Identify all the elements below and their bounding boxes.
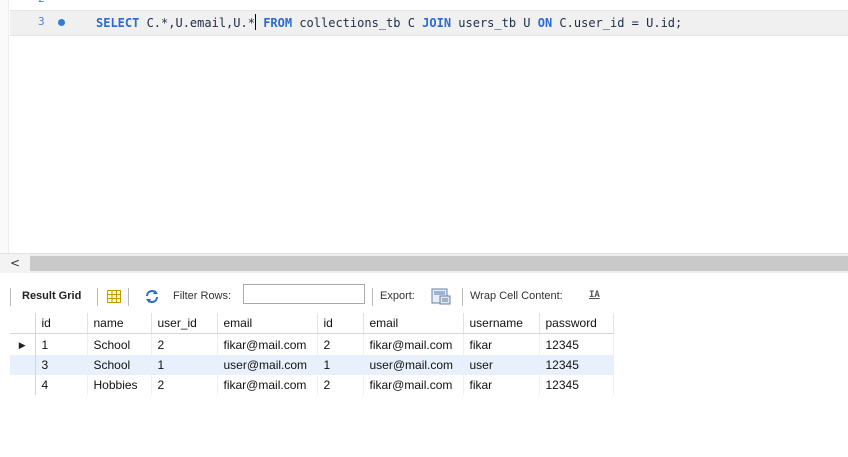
table-row[interactable]: 3 School 1 user@mail.com 1 user@mail.com user 1…: [10, 355, 614, 375]
wrap-cell-content-label: Wrap Cell Content:: [470, 290, 563, 302]
grid-cell-id[interactable]: 4: [34, 375, 88, 395]
wrap-cell-content-icon[interactable]: IA: [589, 290, 600, 300]
grid-cell-id[interactable]: 3: [34, 355, 88, 375]
column-header-name[interactable]: name: [87, 313, 152, 334]
column-header-id[interactable]: id: [317, 313, 364, 334]
sql-text: users_tb U: [451, 16, 538, 30]
result-toolbar: Result Grid Filter Rows: Export: Wrap Ce…: [0, 281, 848, 311]
column-header-id[interactable]: id: [35, 313, 88, 334]
horizontal-scrollbar[interactable]: <: [0, 253, 848, 273]
grid-cell-email[interactable]: fikar@mail.com: [363, 333, 464, 355]
grid-layout-icon[interactable]: [107, 290, 121, 303]
row-indicator[interactable]: [10, 355, 36, 375]
editor-gutter: [0, 0, 9, 253]
sql-text: C.user_id = U.id;: [552, 16, 683, 30]
line-number-prev: 2: [38, 0, 45, 5]
grid-cell-email[interactable]: user@mail.com: [217, 355, 318, 375]
sql-keyword: ON: [537, 16, 553, 30]
grid-cell-email[interactable]: fikar@mail.com: [217, 333, 318, 355]
result-grid[interactable]: id name user_id email id email username passwor…: [10, 313, 614, 395]
column-header-password[interactable]: password: [539, 313, 614, 334]
grid-cell-password[interactable]: 12345: [539, 375, 614, 395]
sql-editor[interactable]: 2 3 SELECT C.*,U.email,U.* FROM collecti…: [0, 0, 848, 253]
table-row[interactable]: ▶ 1 School 2 fikar@mail.com 2 fikar@mail.com fi…: [10, 333, 614, 355]
column-header-email[interactable]: email: [363, 313, 464, 334]
sql-text: collections_tb C: [292, 16, 423, 30]
grid-cell-password[interactable]: 12345: [539, 333, 614, 355]
row-indicator[interactable]: [10, 375, 36, 395]
scroll-left-button[interactable]: <: [0, 254, 30, 273]
column-header-email[interactable]: email: [217, 313, 318, 334]
grid-cell-id[interactable]: 1: [317, 355, 364, 375]
filter-rows-label: Filter Rows:: [173, 290, 232, 302]
grid-cell-username[interactable]: fikar: [463, 375, 540, 395]
row-indicator[interactable]: ▶: [10, 333, 36, 355]
export-label: Export:: [380, 290, 415, 302]
grid-cell-name[interactable]: Hobbies: [87, 375, 152, 395]
toolbar-separator: [10, 288, 11, 306]
grid-cell-name[interactable]: School: [87, 355, 152, 375]
export-icon[interactable]: [431, 288, 451, 305]
grid-cell-user_id[interactable]: 2: [151, 333, 218, 355]
sql-keyword: SELECT: [96, 16, 140, 30]
column-header-user_id[interactable]: user_id: [151, 313, 218, 334]
filter-rows-input[interactable]: [243, 284, 365, 304]
current-row-arrow-icon: ▶: [18, 340, 26, 350]
grid-cell-user_id[interactable]: 1: [151, 355, 218, 375]
sql-keyword: JOIN: [422, 16, 452, 30]
editor-current-line[interactable]: 3 SELECT C.*,U.email,U.* FROM collection…: [10, 10, 848, 36]
grid-cell-name[interactable]: School: [87, 333, 152, 355]
toolbar-separator: [462, 288, 463, 306]
grid-cell-username[interactable]: fikar: [463, 333, 540, 355]
grid-cell-email[interactable]: user@mail.com: [363, 355, 464, 375]
result-grid-tab[interactable]: Result Grid: [22, 290, 81, 302]
table-row[interactable]: 4 Hobbies 2 fikar@mail.com 2 fikar@mail.com fi…: [10, 375, 614, 395]
grid-cell-id[interactable]: 2: [317, 333, 364, 355]
grid-cell-id[interactable]: 2: [317, 375, 364, 395]
scrollbar-thumb[interactable]: [30, 256, 848, 271]
grid-cell-email[interactable]: fikar@mail.com: [217, 375, 318, 395]
grid-cell-id[interactable]: 1: [34, 333, 88, 355]
row-indicator-header: [10, 313, 36, 334]
column-header-username[interactable]: username: [463, 313, 540, 334]
sql-keyword: FROM: [263, 16, 293, 30]
toolbar-separator: [372, 288, 373, 306]
execution-marker-icon: [58, 19, 65, 26]
sql-statement[interactable]: SELECT C.*,U.email,U.* FROM collections_…: [96, 14, 682, 32]
grid-header-row: id name user_id email id email username passwor…: [10, 313, 614, 334]
grid-cell-password[interactable]: 12345: [539, 355, 614, 375]
grid-cell-email[interactable]: fikar@mail.com: [363, 375, 464, 395]
grid-cell-username[interactable]: user: [463, 355, 540, 375]
line-number: 3: [38, 15, 45, 28]
toolbar-separator: [128, 288, 129, 306]
grid-cell-user_id[interactable]: 2: [151, 375, 218, 395]
refresh-icon[interactable]: [144, 289, 160, 304]
toolbar-separator: [97, 288, 98, 306]
sql-text: C.*,U.email,U.*: [139, 16, 255, 30]
